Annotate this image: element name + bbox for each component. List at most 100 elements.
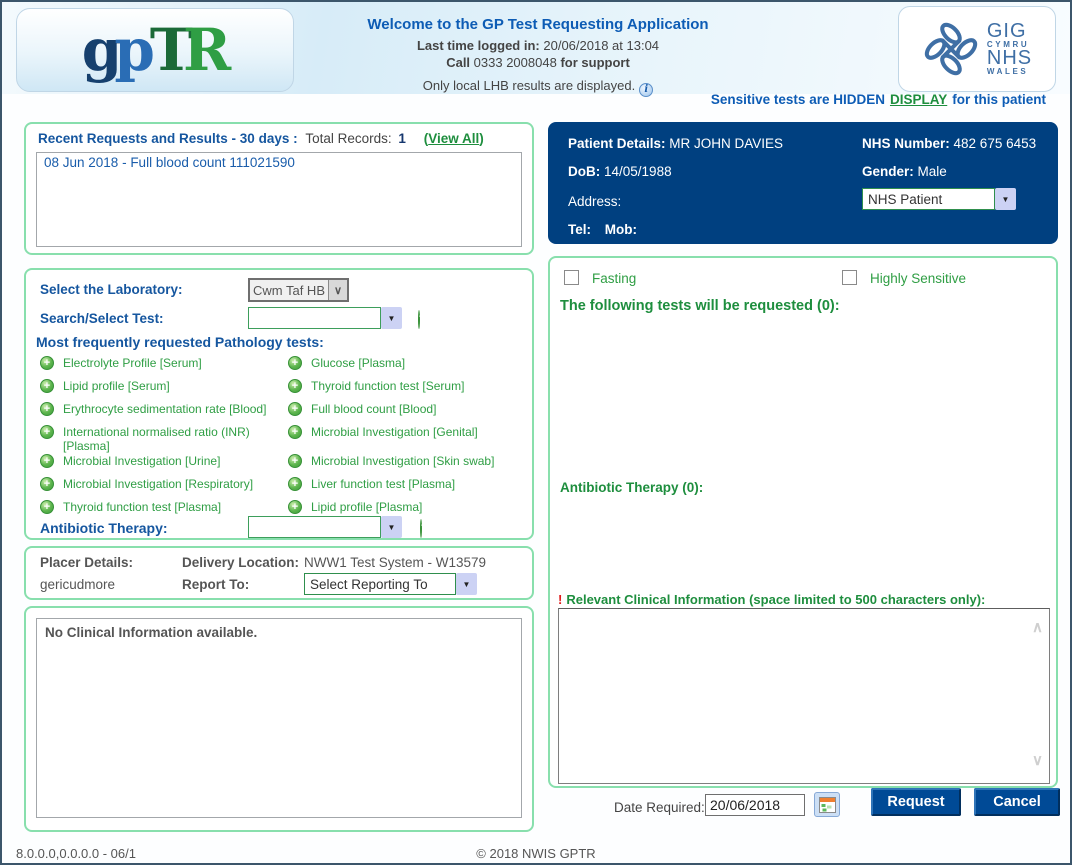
report-to-select[interactable]: Select Reporting To	[304, 573, 477, 595]
add-icon[interactable]	[40, 402, 54, 416]
test-add-link[interactable]: Microbial Investigation [Genital]	[288, 425, 528, 454]
view-all-link[interactable]: View All	[428, 131, 479, 146]
copyright-text: © 2018 NWIS GPTR	[2, 846, 1070, 861]
support-line: Call 0333 2008048 for support	[320, 54, 756, 71]
antibiotic-therapy-combobox[interactable]	[248, 516, 402, 538]
add-search-test-icon[interactable]	[418, 310, 420, 329]
add-icon[interactable]	[288, 379, 302, 393]
relevant-clinical-header-text: Relevant Clinical Information (space lim…	[566, 592, 985, 607]
support-suffix: for support	[560, 55, 629, 70]
add-icon[interactable]	[40, 500, 54, 514]
clinical-information-listbox[interactable]: No Clinical Information available.	[36, 618, 522, 818]
test-add-link[interactable]: Thyroid function test [Serum]	[288, 379, 528, 402]
antibiotic-dropdown-arrow-icon[interactable]	[381, 516, 402, 538]
cancel-button[interactable]: Cancel	[974, 788, 1060, 816]
calendar-button[interactable]	[814, 792, 840, 817]
scroll-down-icon[interactable]: ∨	[1032, 753, 1043, 768]
fasting-label[interactable]: Fasting	[592, 271, 636, 286]
date-required-input[interactable]	[705, 794, 805, 816]
last-login-label: Last time logged in:	[417, 38, 540, 53]
laboratory-select-value[interactable]: Cwm Taf HB	[250, 283, 328, 298]
recent-results-listbox[interactable]: 08 Jun 2018 - Full blood count 111021590	[36, 152, 522, 247]
tel-mob-line: Tel: Mob:	[568, 222, 637, 237]
antibiotic-count-header: Antibiotic Therapy (0):	[560, 480, 703, 495]
nhs-gig: GIG	[987, 22, 1032, 40]
highly-sensitive-label[interactable]: Highly Sensitive	[870, 271, 966, 286]
patient-name-line: Patient Details: MR JOHN DAVIES	[568, 136, 783, 151]
patient-name: MR JOHN DAVIES	[669, 136, 783, 151]
delivery-location-label: Delivery Location:	[182, 555, 299, 570]
test-add-link[interactable]: Electrolyte Profile [Serum]	[40, 356, 288, 379]
lhb-notice-line: Only local LHB results are displayed.	[320, 78, 756, 97]
request-button[interactable]: Request	[871, 788, 961, 816]
add-icon[interactable]	[40, 356, 54, 370]
add-icon[interactable]	[288, 425, 302, 439]
placer-username: gericudmore	[40, 577, 115, 592]
patient-type-select[interactable]: NHS Patient	[862, 188, 1016, 210]
required-mark: !	[558, 592, 562, 607]
patient-details-panel: Patient Details: MR JOHN DAVIES NHS Numb…	[548, 122, 1058, 244]
gptr-logo-text: gpTR	[82, 21, 229, 79]
test-add-link[interactable]: Erythrocyte sedimentation rate [Blood]	[40, 402, 288, 425]
add-icon[interactable]	[40, 379, 54, 393]
gender-value: Male	[918, 164, 947, 179]
recent-requests-panel: Recent Requests and Results - 30 days : …	[24, 122, 534, 255]
total-records-label: Total Records:	[305, 131, 391, 146]
test-request-panel: Fasting Highly Sensitive The following t…	[548, 256, 1058, 788]
header-welcome-block: Welcome to the GP Test Requesting Applic…	[320, 16, 756, 97]
test-add-link[interactable]: Microbial Investigation [Urine]	[40, 454, 288, 477]
nhs-wales: WALES	[987, 67, 1032, 76]
date-required-label: Date Required:	[614, 800, 705, 815]
clinical-information-textarea[interactable]	[558, 608, 1050, 784]
sensitive-suffix: for this patient	[952, 92, 1046, 107]
highly-sensitive-checkbox[interactable]	[842, 270, 857, 285]
search-test-input[interactable]	[248, 307, 381, 329]
display-sensitive-link[interactable]: DISPLAY	[890, 92, 947, 107]
add-icon[interactable]	[40, 454, 54, 468]
test-add-link[interactable]: Microbial Investigation [Skin swab]	[288, 454, 528, 477]
last-login-line: Last time logged in: 20/06/2018 at 13:04	[320, 37, 756, 54]
version-text: 8.0.0.0,0.0.0.0 - 06/1	[16, 846, 136, 861]
add-icon[interactable]	[288, 454, 302, 468]
fasting-checkbox[interactable]	[564, 270, 579, 285]
patient-details-label: Patient Details:	[568, 136, 666, 151]
antibiotic-therapy-input[interactable]	[248, 516, 381, 538]
select-laboratory-label: Select the Laboratory:	[40, 282, 183, 297]
nhs-number-value: 482 675 6453	[954, 136, 1037, 151]
add-antibiotic-icon[interactable]	[420, 519, 422, 538]
support-number: 0333 2008048	[474, 55, 557, 70]
recent-requests-title: Recent Requests and Results - 30 days :	[38, 131, 298, 146]
search-test-combobox[interactable]	[248, 307, 402, 329]
nhs-wales-wordmark: GIG CYMRU NHS WALES	[987, 22, 1032, 76]
search-test-dropdown-arrow-icon[interactable]	[381, 307, 402, 329]
dob-value: 14/05/1988	[604, 164, 672, 179]
last-login-value: 20/06/2018 at 13:04	[543, 38, 659, 53]
test-add-link[interactable]: International normalised ratio (INR) [Pl…	[40, 425, 288, 454]
test-add-link[interactable]: Liver function test [Plasma]	[288, 477, 528, 500]
sensitive-prefix: Sensitive tests are HIDDEN	[711, 92, 885, 107]
laboratory-select[interactable]: Cwm Taf HB	[248, 278, 349, 302]
patient-type-dropdown-arrow-icon[interactable]	[995, 188, 1016, 210]
patient-type-value[interactable]: NHS Patient	[862, 188, 995, 210]
test-add-link[interactable]: Lipid profile [Serum]	[40, 379, 288, 402]
report-to-dropdown-arrow-icon[interactable]	[456, 573, 477, 595]
report-to-label: Report To:	[182, 577, 249, 592]
test-add-link[interactable]: Full blood count [Blood]	[288, 402, 528, 425]
antibiotic-therapy-label: Antibiotic Therapy:	[40, 520, 168, 536]
laboratory-dropdown-arrow-icon[interactable]	[328, 280, 347, 300]
test-add-link[interactable]: Microbial Investigation [Respiratory]	[40, 477, 288, 500]
dob-label: DoB:	[568, 164, 600, 179]
recent-requests-header: Recent Requests and Results - 30 days : …	[38, 131, 484, 146]
add-icon[interactable]	[40, 425, 54, 439]
add-icon[interactable]	[40, 477, 54, 491]
scroll-up-icon[interactable]: ∧	[1032, 620, 1043, 635]
add-icon[interactable]	[288, 402, 302, 416]
placer-details-panel: Placer Details: Delivery Location: NWW1 …	[24, 546, 534, 600]
recent-result-item[interactable]: 08 Jun 2018 - Full blood count 111021590	[37, 153, 521, 172]
add-icon[interactable]	[288, 477, 302, 491]
add-icon[interactable]	[288, 356, 302, 370]
report-to-value[interactable]: Select Reporting To	[304, 573, 456, 595]
info-icon[interactable]	[639, 83, 653, 97]
test-add-link[interactable]: Glucose [Plasma]	[288, 356, 528, 379]
add-icon[interactable]	[288, 500, 302, 514]
